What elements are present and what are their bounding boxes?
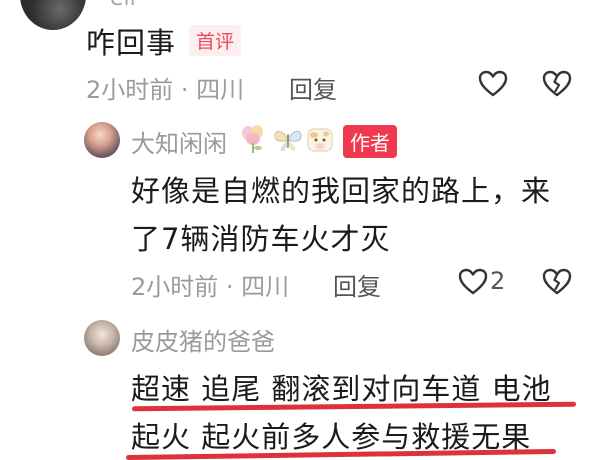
reply-username[interactable]: 大知闲闲 (131, 124, 227, 159)
comment-text: 咋回事 (86, 26, 177, 60)
comment-author[interactable]: ell (110, 0, 136, 11)
reply-button[interactable]: 回复 (289, 70, 337, 105)
dislike-broken-heart-icon[interactable] (542, 70, 572, 98)
reply-username[interactable]: 皮皮猪的爸爸 (131, 322, 275, 357)
reply-button[interactable]: 回复 (333, 267, 381, 302)
reply-meta: 2小时前 · 四川 (131, 273, 290, 301)
like-heart-icon[interactable] (478, 70, 508, 98)
avatar[interactable] (84, 320, 120, 356)
reply-text-line: 好像是自燃的我回家的路上，来 (131, 174, 552, 208)
reply-text-line: 了7辆消防车火才灭 (131, 222, 391, 256)
author-badge: 作者 (343, 125, 397, 158)
comment-thread: ell 咋回事 首评 2小时前 · 四川 回复 大知闲闲 (0, 0, 594, 460)
flower-icon (238, 123, 268, 155)
like-count: 2 (490, 267, 506, 295)
comment-meta: 2小时前 · 四川 (86, 76, 245, 104)
dislike-broken-heart-icon[interactable] (542, 268, 572, 296)
cow-icon (305, 124, 335, 154)
like-heart-icon[interactable] (458, 268, 488, 296)
avatar[interactable] (20, 0, 86, 30)
avatar[interactable] (84, 122, 120, 158)
butterfly-icon (272, 126, 304, 154)
first-comment-badge: 首评 (189, 25, 242, 56)
